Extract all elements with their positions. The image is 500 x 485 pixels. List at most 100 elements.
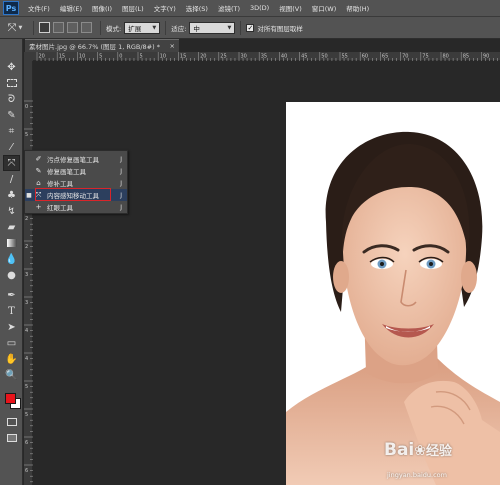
intersect-selection-button[interactable] [81,22,92,33]
dodge-tool-button[interactable]: ● [3,267,20,283]
flyout-item-red-eye[interactable]: + 红眼工具 J [25,201,127,213]
shortcut-key: J [120,191,122,199]
red-highlight-box [35,188,111,201]
flyout-item-label: 红眼工具 [47,204,73,212]
history-brush-tool-button[interactable]: ↯ [3,203,20,219]
hand-icon: ✋ [5,353,18,365]
content-aware-move-tool-button[interactable]: ⤧ [3,155,20,171]
screen-mode-button[interactable] [3,430,20,446]
ruler-label: 3 [25,272,28,278]
menu-help[interactable]: 帮助(H) [341,3,374,13]
pen-tool-button[interactable]: ✒ [3,287,20,303]
ruler-label: 2 [25,216,28,222]
document-tab[interactable]: 素材图片.jpg @ 66.7% (图层 1, RGB/8#) * × [25,39,179,52]
spot-healing-brush-icon: ✐ [35,155,42,163]
history-brush-icon: ↯ [7,205,16,217]
shortcut-key: J [120,167,122,175]
quick-mask-button[interactable] [3,414,20,430]
hand-tool-button[interactable]: ✋ [3,351,20,367]
shortcut-key: J [120,203,122,211]
menu-select[interactable]: 选择(S) [181,3,213,13]
mode-value: 扩展 [128,24,142,33]
ruler-label: 5 [25,412,28,418]
horizontal-ruler[interactable]: 20 15 10 5 0 5 10 15 20 25 30 35 40 45 50 55 60 65 70 75 80 8… [33,52,500,61]
blur-tool-button[interactable]: 💧 [3,251,20,267]
eraser-icon: ▰ [7,221,16,233]
dodge-icon: ● [7,269,16,281]
lasso-tool-button[interactable]: ᘐ [3,91,20,107]
eraser-tool-button[interactable]: ▰ [3,219,20,235]
menu-image[interactable]: 图像(I) [87,3,117,13]
foreground-color-swatch[interactable] [5,393,16,404]
subtract-selection-button[interactable] [67,22,78,33]
baidu-logo: Bai❀经验 [384,440,452,460]
ruler-ticks: 051122334455667 [24,100,33,483]
quick-selection-icon: ✎ [7,109,16,121]
ruler-label: 75 [422,54,428,60]
gradient-tool-button[interactable] [3,235,20,251]
menu-edit[interactable]: 编辑(E) [55,3,87,13]
ruler-label: 20 [200,54,206,60]
eyedropper-tool-button[interactable]: ⁄ [3,139,20,155]
divider [100,20,101,35]
patch-icon: ⌂ [36,179,41,187]
ruler-label: 2 [25,244,28,250]
ruler-label: 90 [483,54,489,60]
tool-preset-picker[interactable]: ⤧ ▼ [2,18,28,38]
flyout-item-label: 修复画笔工具 [47,168,86,176]
brush-icon: / [9,173,14,185]
document-canvas[interactable] [286,102,500,485]
menu-3d[interactable]: 3D(D) [245,4,274,12]
shortcut-key: J [120,179,122,187]
menu-view[interactable]: 视图(V) [274,3,307,13]
eyedropper-icon: ⁄ [10,141,13,153]
quick-mask-icon [6,418,17,426]
flyout-item-healing-brush[interactable]: ✎ 修复画笔工具 J [25,165,127,177]
ruler-label: 3 [25,300,28,306]
sample-all-layers-checkbox[interactable]: ✓ [246,23,255,32]
crop-tool-button[interactable]: ⌗ [3,123,20,139]
paw-icon: ❀ [414,443,426,459]
ruler-label: 0 [119,54,122,60]
healing-brush-icon: ✎ [35,167,42,175]
close-icon[interactable]: × [170,42,175,50]
move-tool-button[interactable]: ✥ [3,59,20,75]
divider [165,20,167,35]
shortcut-key: J [120,155,122,163]
menu-window[interactable]: 窗口(W) [307,3,342,13]
zoom-tool-button[interactable]: 🔍 [3,367,20,383]
ruler-label: 25 [220,54,226,60]
menu-filter[interactable]: 滤镜(T) [213,3,245,13]
flyout-item-label: 污点修复画笔工具 [47,156,99,164]
document-title: 素材图片.jpg @ 66.7% (图层 1, RGB/8#) * [29,43,160,51]
options-bar: ⤧ ▼ 模式: 扩展 ▼ 适应: 中 ▼ ✓ 对所有图层取样 [0,17,500,39]
ruler-label: 65 [382,54,388,60]
new-selection-button[interactable] [39,22,50,33]
menu-type[interactable]: 文字(Y) [149,3,181,13]
watermark-url: jingyan.baidu.com [387,471,447,479]
type-tool-button[interactable]: T [3,303,20,319]
chevron-down-icon: ▼ [18,24,23,31]
flyout-item-spot-healing-brush[interactable]: ✐ 污点修复画笔工具 J [25,153,127,165]
marquee-tool-button[interactable] [3,75,20,91]
divider [33,20,34,35]
menu-file[interactable]: 文件(F) [23,3,55,13]
brush-tool-button[interactable]: / [3,171,20,187]
adapt-select[interactable]: 中 ▼ [189,21,236,34]
vertical-ruler[interactable]: 051122334455667 [24,61,33,485]
selected-bullet-icon: ■ [26,191,32,199]
flyout-item-content-aware-move[interactable]: ■ ⤧ 内容感知移动工具 J [25,188,127,201]
ruler-label: 4 [25,356,28,362]
clone-stamp-tool-button[interactable]: ♣ [3,187,20,203]
shape-tool-button[interactable]: ▭ [3,335,20,351]
mode-select[interactable]: 扩展 ▼ [124,21,161,34]
baidu-jingyan-watermark: Bai❀经验 jingyan.baidu.com [384,440,500,485]
ruler-label: 20 [39,54,45,60]
quick-selection-tool-button[interactable]: ✎ [3,107,20,123]
content-aware-move-icon: ⤧ [7,157,16,169]
menu-layer[interactable]: 图层(L) [117,3,149,13]
path-selection-tool-button[interactable]: ➤ [3,319,20,335]
add-selection-button[interactable] [53,22,64,33]
ruler-label: 55 [342,54,348,60]
content-aware-move-icon: ⤧ [7,20,17,34]
